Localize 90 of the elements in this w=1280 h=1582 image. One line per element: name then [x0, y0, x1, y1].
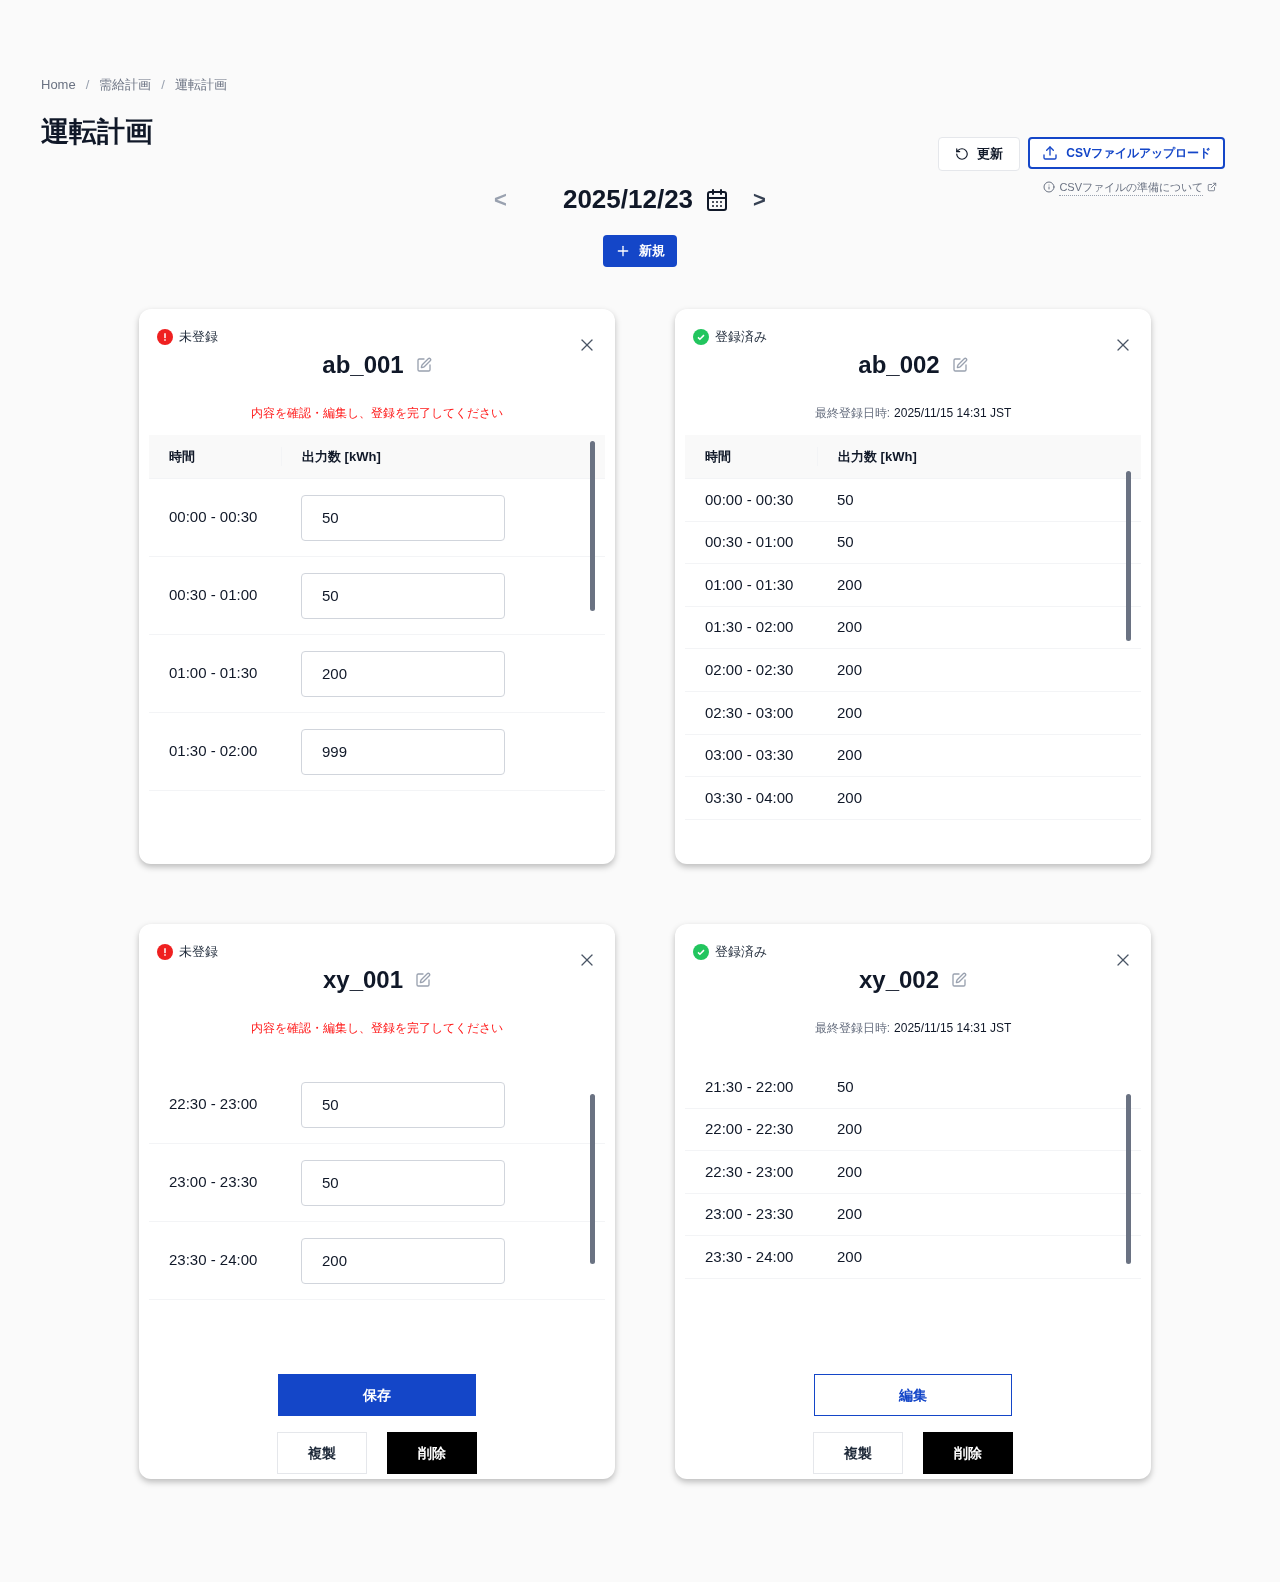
time-cell-text: 01:00 - 01:30	[704, 574, 795, 595]
column-header: 時間	[149, 446, 282, 467]
action-button[interactable]: 複製	[277, 1432, 367, 1474]
output-input[interactable]: 50	[301, 572, 505, 619]
output-cell-text: 200	[837, 1119, 863, 1140]
output-cell-text: 200	[837, 1246, 863, 1267]
output-input[interactable]: 200	[301, 650, 505, 697]
time-cell-text: 22:00 - 22:30	[704, 1119, 795, 1140]
output-cell-text: 200	[837, 574, 863, 595]
action-button[interactable]: 削除	[387, 1432, 477, 1474]
registered-label: 最終登録日時:	[814, 405, 891, 422]
action-button[interactable]: 削除	[923, 1432, 1013, 1474]
info-icon	[1043, 181, 1056, 194]
breadcrumb-separator: /	[84, 76, 91, 94]
time-cell-text: 01:30 - 02:00	[704, 617, 795, 638]
output-input[interactable]: 50	[301, 1081, 505, 1128]
time-cell-text: 00:30 - 01:00	[168, 585, 259, 606]
column-header: 出力数 [kWh]	[301, 447, 381, 466]
registered-label: 最終登録日時:	[814, 1020, 891, 1037]
time-cell-text: 23:30 - 24:00	[168, 1250, 259, 1271]
time-cell-text: 22:30 - 23:00	[168, 1094, 259, 1115]
upload-icon	[1042, 144, 1059, 161]
scrollbar[interactable]	[1126, 1094, 1131, 1264]
time-cell-text: 23:00 - 23:30	[168, 1172, 259, 1193]
time-cell-text: 21:30 - 22:00	[704, 1076, 795, 1097]
time-cell-text: 00:00 - 00:30	[168, 507, 259, 528]
time-cell-text: 01:30 - 02:00	[168, 741, 259, 762]
refresh-icon	[955, 146, 970, 161]
time-cell-text: 01:00 - 01:30	[168, 663, 259, 684]
time-cell-text: 00:00 - 00:30	[704, 489, 795, 510]
scrollbar[interactable]	[590, 441, 595, 611]
time-cell-text: 23:00 - 23:30	[704, 1204, 795, 1225]
next-date-button[interactable]: >	[753, 183, 766, 216]
plan-name: xy_001	[322, 965, 404, 995]
page-title: 運転計画	[41, 114, 153, 149]
status-label: 未登録	[179, 328, 218, 346]
plus-icon	[615, 243, 631, 259]
help-link[interactable]: CSVファイルの準備について	[1059, 178, 1203, 196]
column-header: 時間	[685, 446, 818, 467]
output-input[interactable]: 50	[301, 494, 505, 541]
breadcrumb-link[interactable]: Home	[41, 75, 76, 95]
output-cell-text: 200	[837, 787, 863, 808]
output-input[interactable]: 200	[301, 1237, 505, 1284]
plan-name: ab_001	[322, 350, 404, 380]
output-cell-text: 200	[837, 659, 863, 680]
column-header: 出力数 [kWh]	[837, 447, 917, 466]
status-label: 登録済み	[715, 943, 767, 961]
output-cell-text: 200	[837, 617, 863, 638]
output-input[interactable]: 50	[301, 1159, 505, 1206]
output-input[interactable]: 999	[301, 728, 505, 775]
external-link-icon	[1207, 182, 1217, 193]
action-button[interactable]: 複製	[813, 1432, 903, 1474]
action-button[interactable]: 編集	[814, 1374, 1012, 1416]
output-cell-text: 200	[837, 745, 863, 766]
output-cell-text: 50	[837, 1076, 854, 1097]
output-cell-text: 200	[837, 1161, 863, 1182]
breadcrumb-separator: /	[160, 76, 166, 94]
time-cell-text: 02:30 - 03:00	[704, 702, 795, 723]
breadcrumb-link[interactable]: 運転計画	[174, 75, 227, 95]
warning-message: 内容を確認・編集し、登録を完了してください	[251, 1020, 503, 1037]
output-cell-text: 50	[837, 489, 854, 510]
refresh-button[interactable]: 更新	[938, 136, 1021, 171]
scrollbar[interactable]	[1126, 471, 1131, 641]
warning-message: 内容を確認・編集し、登録を完了してください	[251, 405, 503, 422]
output-cell-text: 200	[837, 1204, 863, 1225]
time-cell-text: 02:00 - 02:30	[704, 659, 795, 680]
edit-icon[interactable]	[415, 972, 432, 988]
plan-name: ab_002	[858, 350, 940, 380]
status-label: 未登録	[179, 943, 218, 961]
action-button[interactable]: 保存	[278, 1374, 476, 1416]
time-cell-text: 23:30 - 24:00	[704, 1246, 795, 1267]
upload-button[interactable]: CSVファイルアップロード	[1028, 136, 1225, 169]
time-cell-text: 22:30 - 23:00	[704, 1161, 795, 1182]
current-date: 2025/12/23	[562, 183, 694, 216]
time-cell-text: 03:30 - 04:00	[704, 787, 795, 808]
output-cell-text: 200	[837, 702, 863, 723]
calendar-icon[interactable]	[705, 187, 730, 212]
edit-icon[interactable]	[951, 972, 968, 988]
plan-name: xy_002	[858, 965, 940, 995]
time-cell-text: 00:30 - 01:00	[704, 532, 795, 553]
scrollbar[interactable]	[590, 1094, 595, 1264]
status-label: 登録済み	[715, 328, 767, 346]
time-cell-text: 03:00 - 03:30	[704, 745, 795, 766]
edit-icon[interactable]	[951, 357, 968, 373]
breadcrumb-link[interactable]: 需給計画	[99, 75, 152, 95]
edit-icon[interactable]	[415, 357, 432, 373]
new-button[interactable]: 新規	[603, 235, 677, 267]
output-cell-text: 50	[837, 532, 854, 553]
registered-date: 2025/11/15 14:31 JST	[894, 405, 1012, 422]
registered-date: 2025/11/15 14:31 JST	[894, 1020, 1012, 1037]
